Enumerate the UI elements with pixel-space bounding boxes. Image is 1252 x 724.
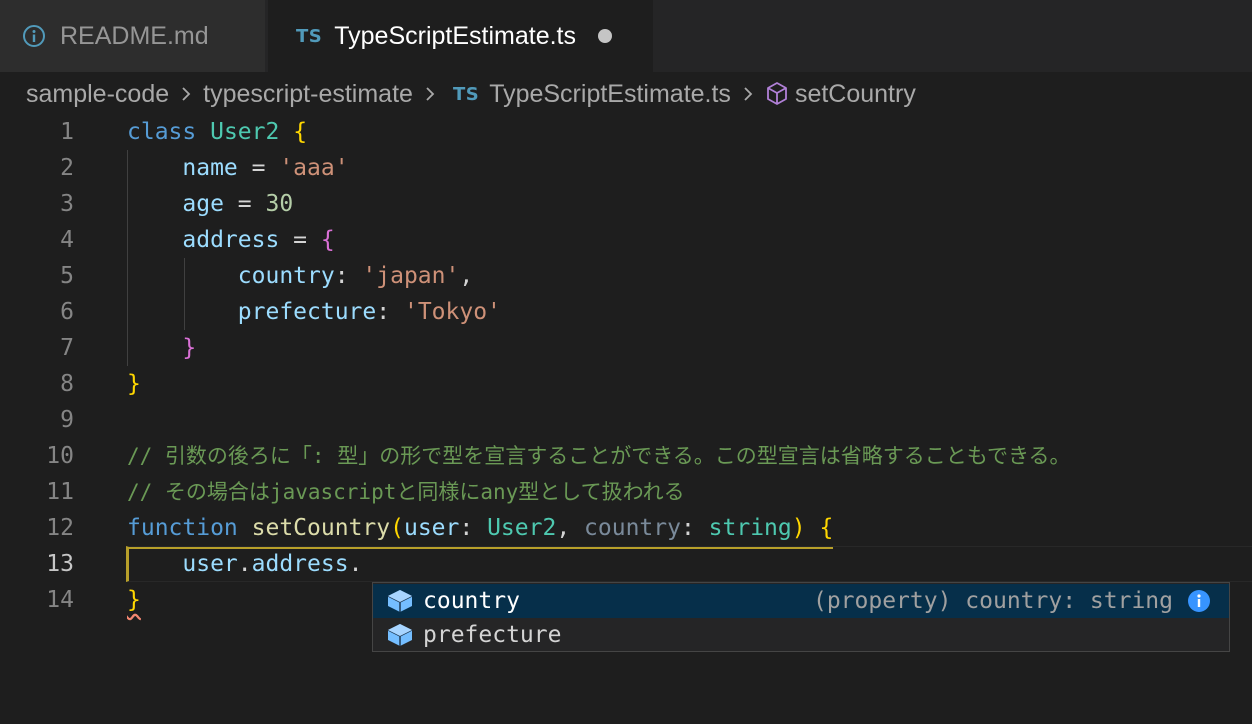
unsaved-dot-icon[interactable] [598,29,612,43]
suggestion-label: prefecture [423,622,562,648]
breadcrumb: sample-code typescript-estimate TS TypeS… [0,72,1252,116]
chevron-right-icon [731,87,765,101]
line-number: 11 [46,479,74,505]
token-operator: = [223,191,266,217]
token-function: setCountry [251,515,391,541]
token-bracket: { [293,119,308,145]
token-punctuation: : [376,299,404,325]
breadcrumb-item-folder[interactable]: typescript-estimate [203,80,413,109]
line-number: 5 [60,263,74,289]
token-property: age [182,191,224,217]
suggestion-label: country [423,588,520,614]
cube-icon [765,81,789,107]
code-line: 2 name = 'aaa' [0,150,1252,186]
token-string: 'japan' [362,263,460,289]
line-number: 7 [60,335,74,361]
token-property: address [182,227,280,253]
tab-readme[interactable]: README.md [0,0,266,72]
token-property: country [237,263,335,289]
tab-typescript-estimate[interactable]: TS TypeScriptEstimate.ts [268,0,653,72]
info-icon[interactable] [1187,589,1211,613]
token-punctuation: : [334,263,363,289]
line-number: 4 [60,227,74,253]
code-line: 1 class User2 { [0,114,1252,150]
autocomplete-suggestions: country (property) country: string prefe… [372,582,1230,652]
token-type: User2 [210,119,280,145]
code-line: 12 function setCountry(user: User2, coun… [0,510,1252,549]
token-bracket: } [127,371,141,397]
typescript-file-icon: TS [452,83,480,105]
suggestion-detail: (property) country: string [812,588,1173,614]
suggestion-item-country[interactable]: country (property) country: string [373,584,1229,618]
suggestion-item-prefecture[interactable]: prefecture [373,618,1229,652]
token-operator: = [279,227,321,253]
line-number: 12 [46,515,74,541]
breadcrumb-item-file[interactable]: TypeScriptEstimate.ts [489,80,731,109]
typescript-file-icon: TS [296,25,323,47]
code-line: 10 // 引数の後ろに「: 型」の形で型を宣言することができる。この型宣言は省… [0,438,1252,474]
editor-tab-bar: README.md TS TypeScriptEstimate.ts [0,0,1252,72]
code-line: 6 prefecture: 'Tokyo' [0,294,1252,330]
breadcrumb-item-folder[interactable]: sample-code [26,80,169,109]
token-bracket: { [819,515,834,541]
line-number: 8 [60,371,74,397]
token-property: name [182,155,238,181]
code-line: 9 [0,402,1252,438]
token-property: prefecture [237,299,377,325]
tab-label: README.md [60,21,209,50]
token-type: User2 [487,515,557,541]
token-variable: user [182,551,238,577]
token-number: 30 [265,191,294,217]
line-number: 2 [60,155,74,181]
property-icon [386,622,414,648]
line-number: 9 [60,407,74,433]
token-bracket: } [182,335,197,361]
token-string: 'aaa' [279,155,349,181]
token-punctuation: . [348,551,363,577]
token-punctuation: , [459,263,474,289]
token-bracket: ) [791,515,806,541]
breadcrumb-item-symbol[interactable]: setCountry [795,80,916,109]
token-keyword: function [127,515,238,541]
token-parameter: user [403,515,460,541]
token-parameter-unused: country [584,515,681,541]
token-bracket: ( [390,515,404,541]
line-number: 14 [46,587,74,613]
token-bracket: } [127,587,141,613]
tab-label: TypeScriptEstimate.ts [334,21,576,50]
line-number: 10 [46,443,74,469]
token-bracket: { [320,227,335,253]
token-punctuation: , [556,515,585,541]
line-number: 13 [46,551,74,577]
token-punctuation: : [459,515,488,541]
code-line: 11 // その場合はjavascriptと同様にany型として扱われる [0,474,1252,510]
chevron-right-icon [413,87,447,101]
token-type: string [708,515,792,541]
code-line: 7 } [0,330,1252,366]
token-comment: // その場合はjavascriptと同様にany型として扱われる [127,480,685,504]
line-number: 3 [60,191,74,217]
info-icon [22,24,46,48]
token-punctuation: . [237,551,252,577]
token-keyword: class [127,119,197,145]
code-line-active: 13 user.address. [0,546,1252,582]
code-line: 5 country: 'japan', [0,258,1252,294]
line-number: 6 [60,299,74,325]
chevron-right-icon [169,87,203,101]
code-line: 4 address = { [0,222,1252,258]
line-number: 1 [60,119,74,145]
code-line: 3 age = 30 [0,186,1252,222]
token-string: 'Tokyo' [403,299,501,325]
token-punctuation: : [680,515,709,541]
property-icon [386,588,414,614]
code-line: 8 } [0,366,1252,402]
token-property: address [251,551,349,577]
token-operator: = [237,155,280,181]
token-comment: // 引数の後ろに「: 型」の形で型を宣言することができる。この型宣言は省略する… [127,444,1071,468]
